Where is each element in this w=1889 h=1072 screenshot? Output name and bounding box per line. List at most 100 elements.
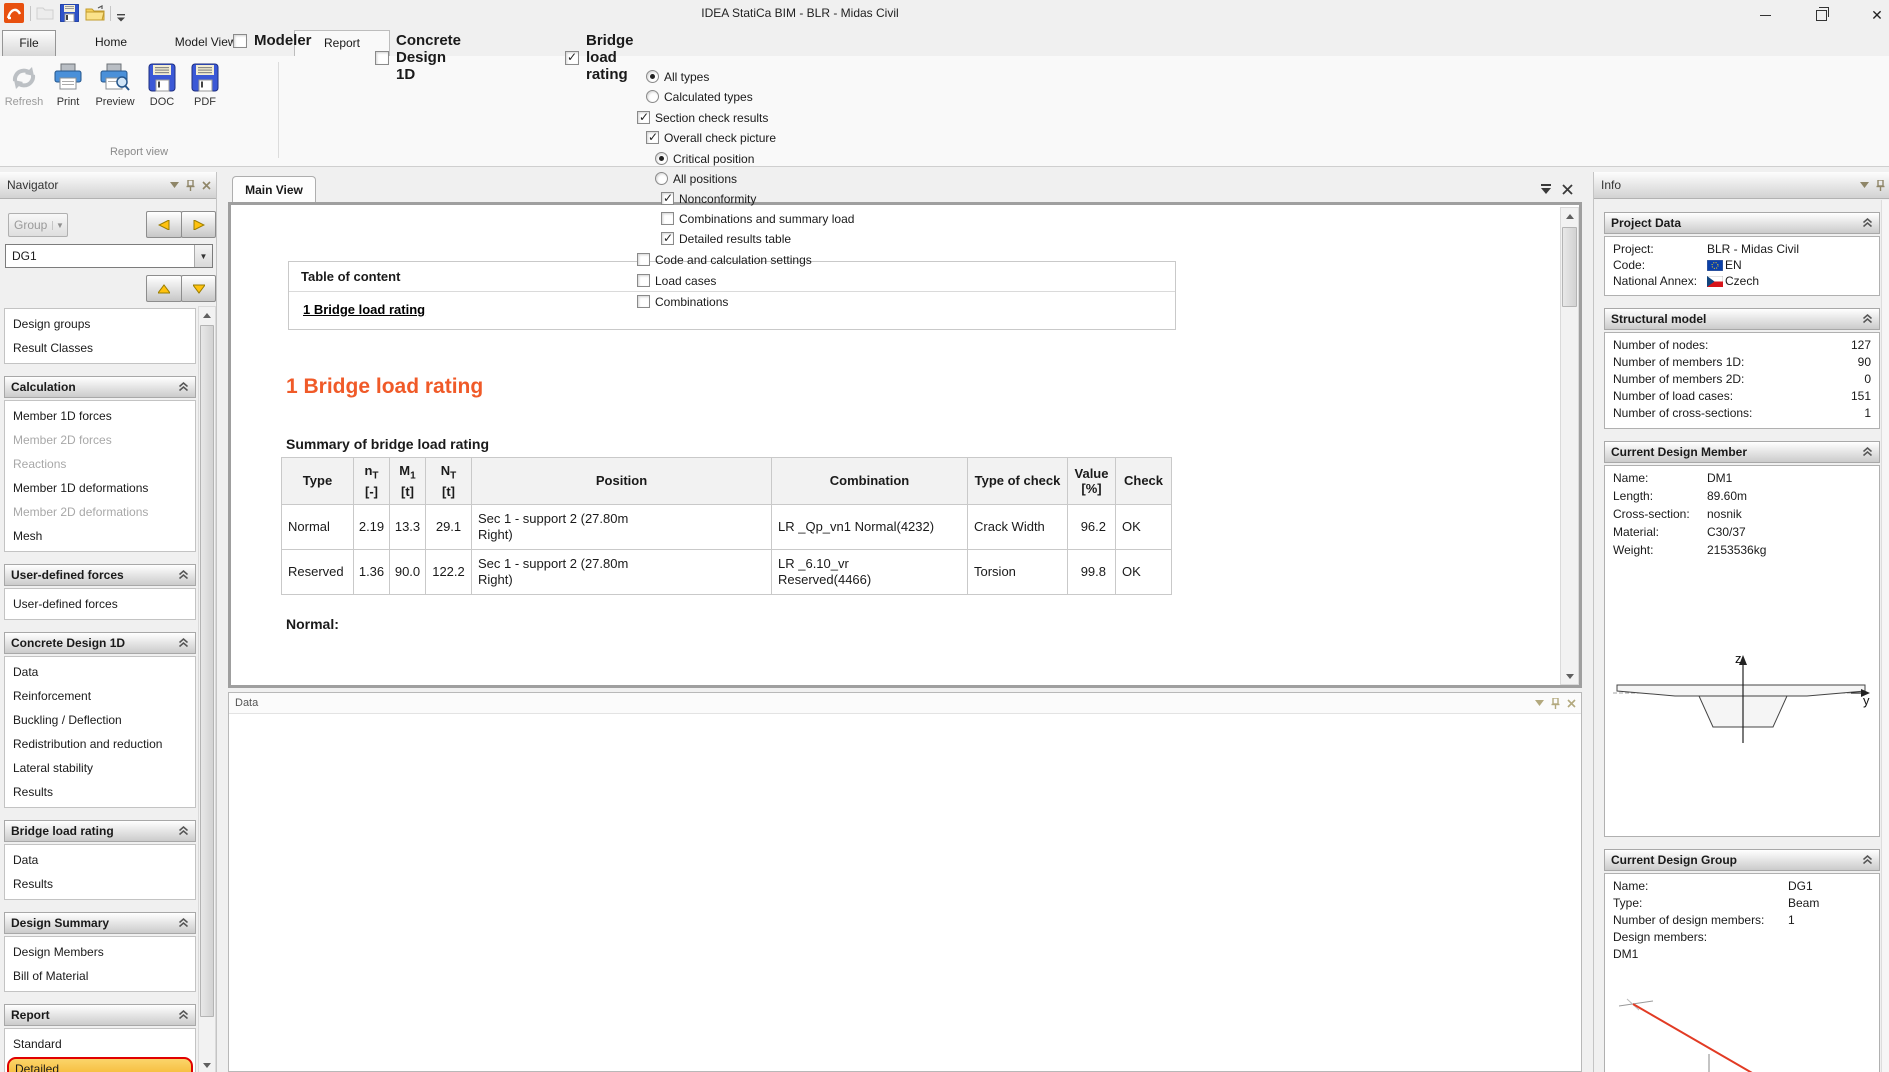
tab-home[interactable]: Home bbox=[72, 30, 150, 55]
close-button[interactable]: ✕ bbox=[1862, 6, 1889, 24]
design-group-combobox[interactable]: DG1 ▼ bbox=[5, 244, 213, 268]
move-down-button[interactable] bbox=[181, 275, 216, 302]
nav-item-lateral-stability[interactable]: Lateral stability bbox=[5, 756, 195, 780]
nav-section-header-report[interactable]: Report bbox=[4, 1004, 196, 1026]
checkbox-detailed-results-table[interactable] bbox=[661, 231, 674, 245]
title-bar: IDEA StatiCa BIM - BLR - Midas Civil ✕ bbox=[0, 0, 1889, 28]
close-icon[interactable] bbox=[202, 180, 211, 190]
scrollbar-thumb[interactable] bbox=[200, 325, 214, 1017]
export-doc-button[interactable]: DOC bbox=[142, 61, 182, 133]
new-document-icon[interactable] bbox=[36, 5, 54, 25]
radio-all-types[interactable] bbox=[646, 70, 659, 83]
section-header-structural-model[interactable]: Structural model bbox=[1604, 308, 1880, 330]
nav-section-header-user-defined-forces[interactable]: User-defined forces bbox=[4, 564, 196, 586]
nav-section-header-concrete-design-1d[interactable]: Concrete Design 1D bbox=[4, 632, 196, 654]
pin-icon[interactable] bbox=[1876, 179, 1885, 191]
nav-item-redistribution-and-reduction[interactable]: Redistribution and reduction bbox=[5, 732, 195, 756]
column-header-position: Position bbox=[471, 457, 772, 505]
checkbox-combinations-and-summary-load[interactable] bbox=[661, 212, 674, 225]
nav-item-design-groups[interactable]: Design groups bbox=[5, 312, 195, 336]
nav-item-standard[interactable]: Standard bbox=[5, 1032, 195, 1056]
info-label: Name: bbox=[1613, 471, 1649, 485]
save-icon[interactable] bbox=[59, 3, 80, 27]
nav-section-header-bridge-load-rating[interactable]: Bridge load rating bbox=[4, 820, 196, 842]
table-cell: Sec 1 - support 2 (27.80m Right) bbox=[471, 548, 772, 595]
open-folder-icon[interactable] bbox=[85, 5, 105, 26]
option-label: Combinations bbox=[655, 294, 729, 309]
table-cell: Reserved bbox=[281, 548, 354, 595]
info-value: 0 bbox=[1864, 372, 1871, 386]
scroll-up-icon[interactable] bbox=[1561, 208, 1578, 224]
nav-item-design-members[interactable]: Design Members bbox=[5, 940, 195, 964]
nav-item-results[interactable]: Results bbox=[5, 872, 195, 896]
nav-item-reinforcement[interactable]: Reinforcement bbox=[5, 684, 195, 708]
nav-section-header-calculation[interactable]: Calculation bbox=[4, 376, 196, 398]
radio-critical-position[interactable] bbox=[655, 152, 668, 165]
quick-access-dropdown-icon[interactable] bbox=[116, 9, 126, 27]
scroll-down-icon[interactable] bbox=[1561, 668, 1578, 684]
checkbox-code-and-calculation-settings[interactable] bbox=[637, 253, 650, 266]
option-row-code-and-calculation-settings: Code and calculation settings bbox=[637, 253, 1051, 267]
toc-link-bridge-load-rating[interactable]: 1 Bridge load rating bbox=[303, 302, 425, 317]
checkbox-combinations[interactable] bbox=[637, 295, 650, 308]
next-item-button[interactable] bbox=[181, 211, 216, 238]
nav-item-data[interactable]: Data bbox=[5, 848, 195, 872]
column-header-combination: Combination bbox=[771, 457, 968, 505]
move-up-button[interactable] bbox=[146, 275, 182, 302]
panel-title: Data bbox=[235, 697, 259, 709]
nav-item-mesh[interactable]: Mesh bbox=[5, 524, 195, 548]
nav-item-data[interactable]: Data bbox=[5, 660, 195, 684]
radio-all-positions[interactable] bbox=[655, 172, 668, 185]
section-header-project-data[interactable]: Project Data bbox=[1604, 212, 1880, 234]
nav-section-header-design-summary[interactable]: Design Summary bbox=[4, 912, 196, 934]
checkbox-section-check-results[interactable] bbox=[637, 110, 650, 124]
navigator-scrollbar[interactable] bbox=[198, 306, 216, 1072]
scrollbar-thumb[interactable] bbox=[1562, 227, 1577, 307]
nav-item-results[interactable]: Results bbox=[5, 780, 195, 804]
arrow-left-icon bbox=[158, 219, 170, 230]
nav-item-member-1d-deformations[interactable]: Member 1D deformations bbox=[5, 476, 195, 500]
restore-button[interactable] bbox=[1806, 6, 1836, 24]
scroll-down-icon[interactable] bbox=[199, 1057, 215, 1072]
pin-icon[interactable] bbox=[186, 179, 195, 191]
panel-menu-icon[interactable] bbox=[170, 182, 179, 188]
app-logo-icon[interactable] bbox=[4, 3, 24, 28]
main-view-scrollbar[interactable] bbox=[1560, 207, 1579, 685]
close-icon[interactable] bbox=[1567, 698, 1576, 708]
export-pdf-button[interactable]: PDF bbox=[184, 61, 226, 133]
column-header-check: Check bbox=[1115, 457, 1172, 505]
eu-flag-icon bbox=[1707, 259, 1723, 271]
checkbox[interactable] bbox=[375, 50, 389, 65]
print-button[interactable]: Print bbox=[48, 61, 88, 133]
dock-menu-icon[interactable] bbox=[1540, 183, 1552, 195]
nav-section-title: Concrete Design 1D bbox=[11, 636, 126, 650]
close-icon[interactable] bbox=[1562, 183, 1573, 195]
nav-item-member-1d-forces[interactable]: Member 1D forces bbox=[5, 404, 195, 428]
section-header-current-design-member[interactable]: Current Design Member bbox=[1604, 441, 1880, 463]
checkbox-nonconformity[interactable] bbox=[661, 191, 674, 205]
preview-button[interactable]: Preview bbox=[90, 61, 140, 133]
checkbox[interactable] bbox=[565, 50, 579, 65]
tab-main-view[interactable]: Main View bbox=[232, 176, 316, 204]
info-panel-scrollbar[interactable] bbox=[1881, 200, 1889, 1072]
nav-item-buckling-deflection[interactable]: Buckling / Deflection bbox=[5, 708, 195, 732]
minimize-button[interactable] bbox=[1750, 6, 1780, 24]
panel-menu-icon[interactable] bbox=[1535, 700, 1544, 706]
radio-calculated-types[interactable] bbox=[646, 90, 659, 103]
checkbox-load-cases[interactable] bbox=[637, 274, 650, 287]
panel-menu-icon[interactable] bbox=[1860, 182, 1869, 188]
previous-item-button[interactable] bbox=[146, 211, 182, 238]
nav-item-user-defined-forces[interactable]: User-defined forces bbox=[5, 592, 195, 616]
scroll-up-icon[interactable] bbox=[199, 307, 215, 323]
nav-item-result-classes[interactable]: Result Classes bbox=[5, 336, 195, 360]
data-panel-header: Data bbox=[229, 693, 1581, 714]
pin-icon[interactable] bbox=[1551, 697, 1560, 709]
section-header-current-design-group[interactable]: Current Design Group bbox=[1604, 849, 1880, 871]
checkbox[interactable] bbox=[233, 33, 247, 48]
tab-file[interactable]: File bbox=[2, 30, 56, 57]
nav-item-bill-of-material[interactable]: Bill of Material bbox=[5, 964, 195, 988]
checkbox-overall-check-picture[interactable] bbox=[646, 130, 659, 144]
group-selector-button[interactable]: Group ▼ bbox=[8, 213, 68, 237]
nav-item-detailed[interactable]: Detailed bbox=[7, 1057, 193, 1072]
info-label: Weight: bbox=[1613, 543, 1654, 557]
